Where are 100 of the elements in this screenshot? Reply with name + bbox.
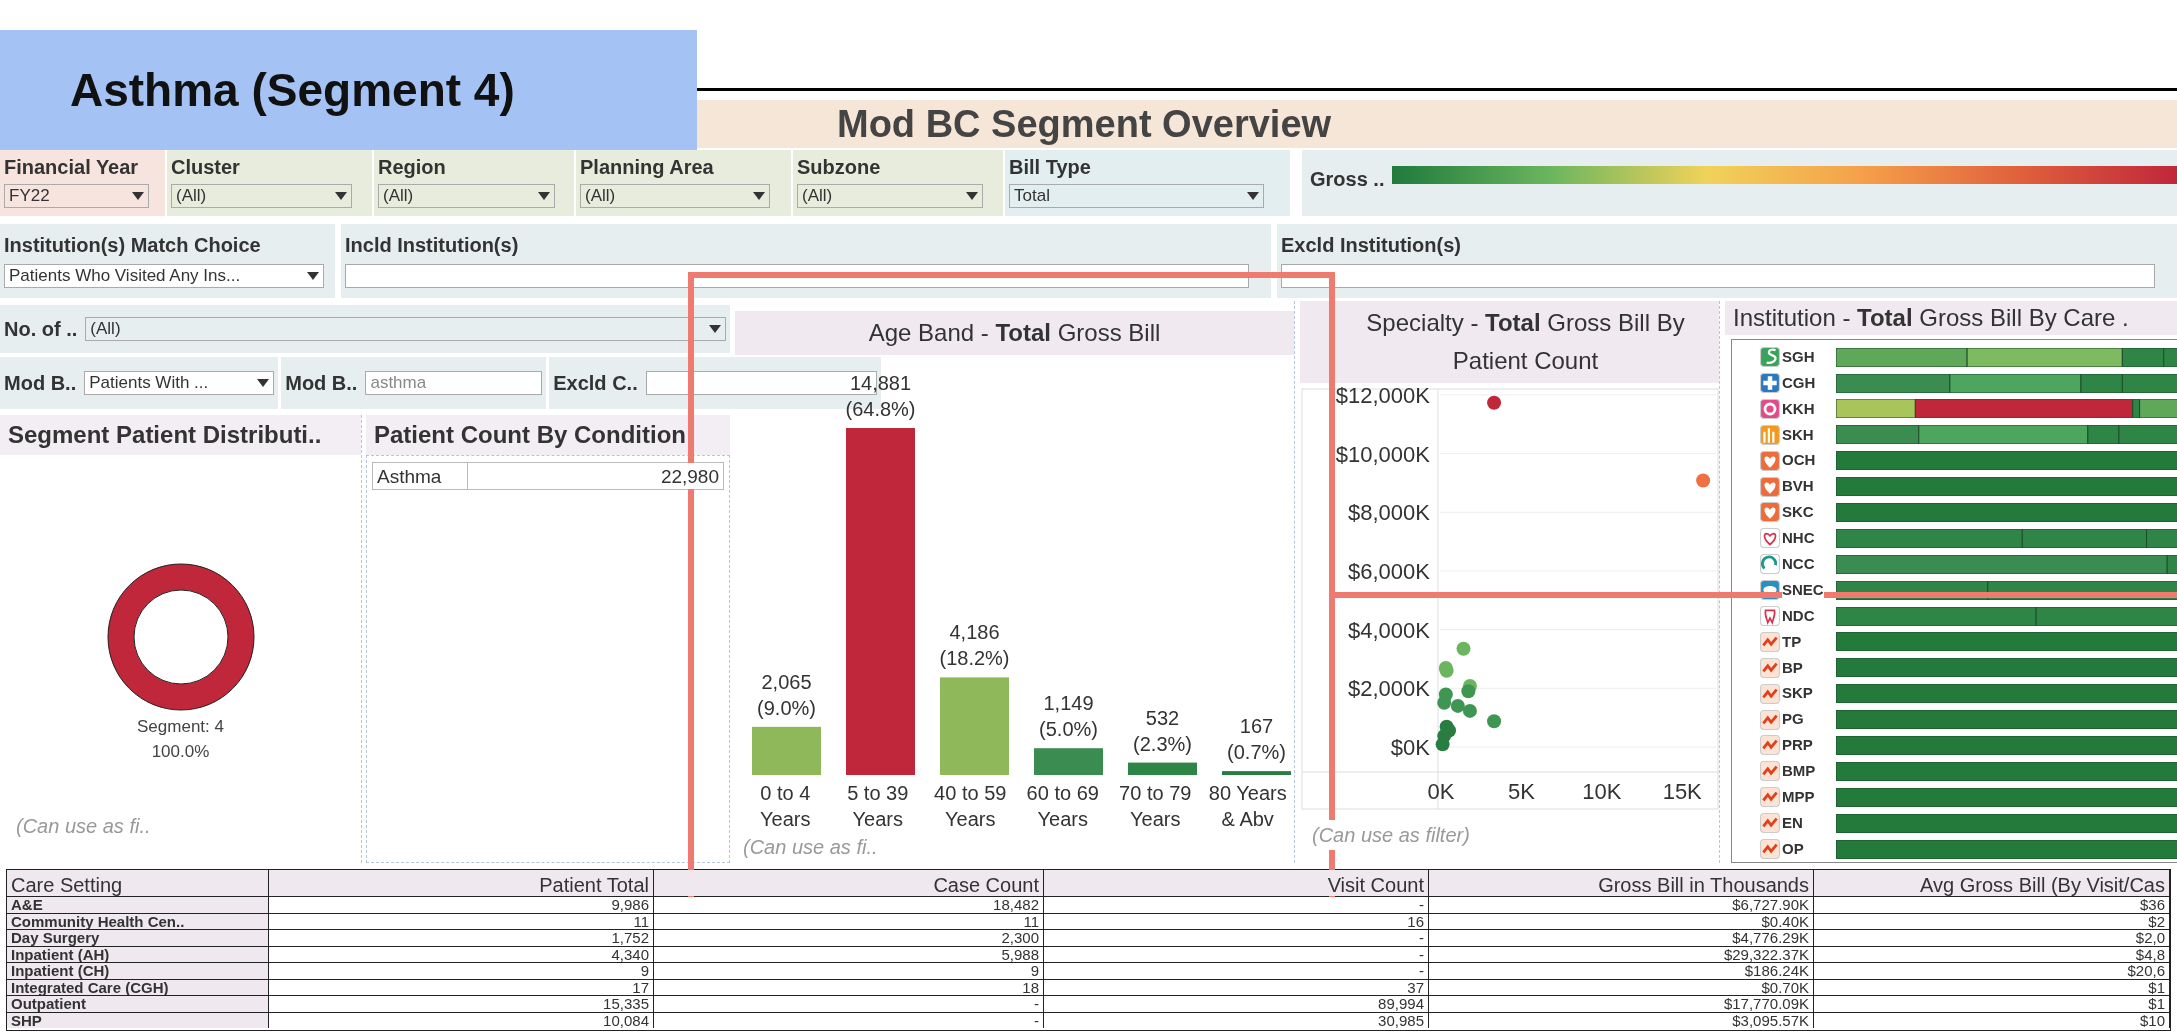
caret-icon	[257, 379, 270, 387]
filter-label: Institution(s) Match Choice	[4, 233, 262, 258]
data-label: 2,065	[761, 670, 812, 693]
table-cell: Outpatient	[7, 996, 269, 1012]
panel-title: Specialty - Total Gross Bill By Patient Count	[1300, 301, 1719, 383]
cross-icon	[1760, 373, 1780, 393]
data-point[interactable]	[1696, 473, 1711, 488]
zigzag-icon	[1760, 709, 1780, 730]
ring-icon	[1760, 398, 1780, 419]
data-label: (9.0%)	[757, 696, 816, 719]
swirl-icon	[1760, 554, 1780, 575]
tick-label: $2,000K	[1348, 676, 1430, 702]
dropdown[interactable]: (All)	[580, 184, 771, 208]
tick-label: $0K	[1390, 735, 1430, 760]
table-cell: Integrated Care (CGH)	[7, 979, 269, 995]
dropdown[interactable]: (All)	[171, 184, 353, 208]
table-cell: -	[1044, 897, 1429, 913]
tick-label: 10K	[1582, 779, 1622, 804]
zigzag-icon	[1760, 631, 1780, 652]
axis-label: 80 Years & Abv	[1207, 781, 1288, 832]
input-field[interactable]	[1281, 264, 2156, 288]
tick-label: $10,000K	[1335, 441, 1430, 467]
axis-label: 0 to 4 Years	[759, 781, 812, 832]
tick-label: 5K	[1507, 779, 1535, 804]
filter-label: No. of ..	[4, 317, 78, 342]
caret-icon	[965, 192, 978, 200]
dropdown[interactable]: (All)	[85, 317, 726, 341]
dropdown[interactable]: Patients Who Visited Any Ins...	[4, 264, 324, 288]
table-cell: Inpatient (CH)	[7, 963, 269, 979]
data-label: (2.3%)	[1133, 732, 1192, 755]
data-point[interactable]	[1435, 737, 1450, 752]
spiral-icon	[1760, 347, 1780, 368]
filter-label: Bill Type	[1009, 155, 1092, 180]
tick-label: $6,000K	[1348, 558, 1430, 584]
tick-label: $12,000K	[1335, 387, 1430, 408]
axis-label: 60 to 69 Years	[1025, 781, 1100, 832]
data-label: 4,186	[949, 621, 1000, 644]
panel-title: Segment Patient Distributi..	[0, 415, 361, 455]
caret-icon	[753, 192, 766, 200]
caret-icon	[1246, 192, 1259, 200]
panel-title: Age Band - Total Gross Bill	[735, 311, 1294, 355]
axis-label: 70 to 79 Years	[1118, 781, 1193, 832]
banner-title: Asthma (Segment 4)	[70, 62, 515, 118]
data-label: (5.0%)	[1039, 718, 1098, 741]
table-cell: Asthma	[373, 463, 468, 489]
dropdown[interactable]: Total	[1009, 184, 1264, 208]
filter-label: Mod B..	[285, 371, 358, 396]
data-point[interactable]	[1461, 684, 1476, 699]
bar[interactable]	[1128, 762, 1197, 775]
tick-label: 0K	[1427, 779, 1455, 804]
donut-percent: 100.0%	[151, 741, 210, 763]
data-label: (64.8%)	[845, 398, 916, 420]
dropdown[interactable]: FY22	[4, 184, 149, 208]
axis-label: 5 to 39 Years	[846, 781, 910, 832]
filter-label: Excld C..	[553, 371, 638, 396]
zigzag-icon	[1760, 735, 1780, 756]
data-label: (0.7%)	[1227, 741, 1286, 764]
tooth-icon	[1760, 606, 1780, 627]
data-point[interactable]	[1487, 395, 1502, 410]
filter-label: Cluster	[171, 155, 241, 180]
caret-icon	[307, 272, 319, 280]
data-point[interactable]	[1437, 695, 1452, 710]
dashboard-title: Mod BC Segment Overview	[837, 101, 1332, 147]
data-label: 532	[1145, 706, 1180, 729]
caret-icon	[709, 325, 721, 333]
caret-icon	[132, 192, 144, 200]
zigzag-icon	[1760, 683, 1780, 704]
tick-label: 15K	[1662, 779, 1702, 804]
bars-icon	[1760, 424, 1780, 445]
filter-label: Financial Year	[4, 155, 140, 180]
dropdown[interactable]: Patients With ...	[84, 371, 275, 395]
legend-label: Gross ..	[1310, 167, 1385, 192]
data-label: 1,149	[1043, 692, 1094, 715]
caret-icon	[335, 192, 348, 200]
data-point[interactable]	[1487, 714, 1502, 729]
donut-label: Segment: 4	[137, 715, 224, 738]
zigzag-icon	[1760, 839, 1780, 860]
table-cell: SHP	[7, 1012, 269, 1028]
zigzag-icon	[1760, 657, 1780, 678]
dropdown[interactable]: (All)	[378, 184, 555, 208]
zigzag-icon	[1760, 761, 1780, 782]
data-point[interactable]	[1439, 663, 1454, 678]
filter-label: Excld Institution(s)	[1281, 233, 1462, 258]
bar[interactable]	[752, 726, 821, 775]
table-cell: Inpatient (AH)	[7, 946, 269, 962]
data-label: 167	[1239, 715, 1274, 738]
dropdown[interactable]: (All)	[797, 184, 983, 208]
data-point[interactable]	[1462, 703, 1477, 718]
filter-label: Incld Institution(s)	[345, 233, 520, 258]
data-point[interactable]	[1456, 641, 1471, 656]
table-cell: Day Surgery	[7, 930, 269, 946]
axis-label: 40 to 59 Years	[933, 781, 1008, 832]
data-label: (18.2%)	[939, 647, 1010, 670]
panel-footer: (Can use as fi..	[0, 811, 361, 863]
caret-icon	[537, 192, 550, 200]
tick-label: $4,000K	[1348, 617, 1430, 643]
table-cell: 22,980	[660, 463, 719, 489]
input-field[interactable]: asthma	[365, 371, 543, 395]
data-point[interactable]	[1450, 698, 1465, 713]
filter-label: Mod B..	[4, 371, 77, 396]
